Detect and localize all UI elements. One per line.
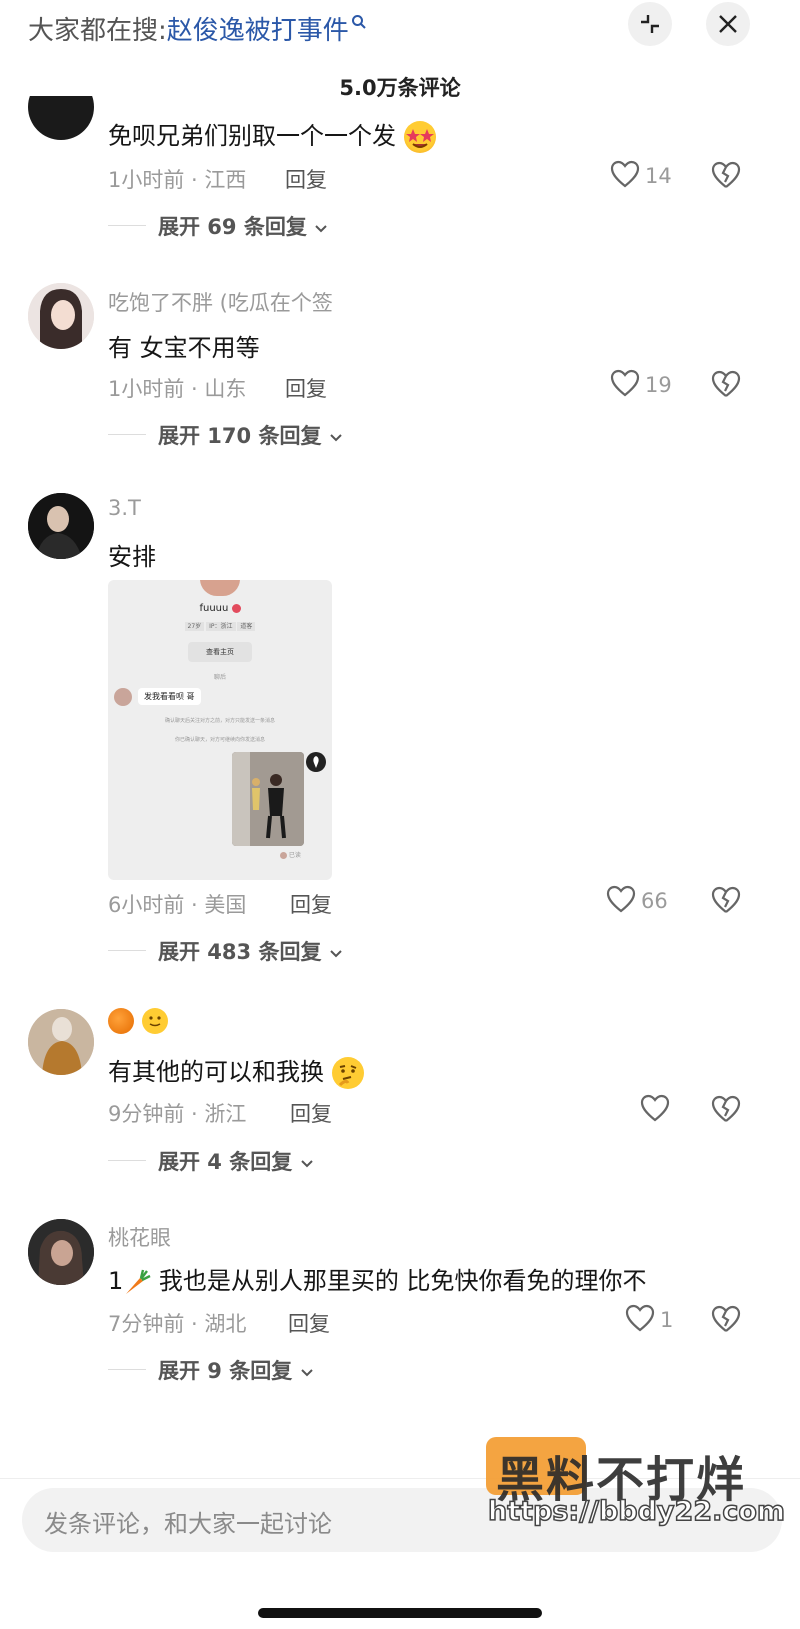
like-button[interactable] <box>625 1304 655 1336</box>
chevron-down-icon <box>315 225 327 233</box>
username-emojis[interactable] <box>108 1008 168 1034</box>
thinking-emoji <box>331 1057 364 1089</box>
broken-heart-icon <box>711 1095 741 1122</box>
trending-search-prefix: 大家都在搜: <box>28 16 167 46</box>
divider <box>108 434 146 435</box>
collapse-icon <box>641 15 659 33</box>
orange-emoji <box>108 1008 134 1034</box>
chat-avatar <box>114 688 132 706</box>
username[interactable]: 吃饱了不胖 (吃瓜在个签 <box>108 287 333 317</box>
read-status: 已读 <box>280 850 301 859</box>
broken-heart-icon <box>711 161 741 188</box>
comment-meta: 1小时前 · 山东 <box>108 377 247 401</box>
reply-button[interactable]: 回复 <box>285 373 327 403</box>
like-count: 19 <box>645 373 672 397</box>
username[interactable]: 桃花眼 <box>108 1222 171 1252</box>
star-struck-emoji <box>403 121 436 153</box>
dislike-button[interactable] <box>710 369 742 403</box>
comment-image-attachment[interactable]: fuuuu 27岁 IP：浙江 道客 查看主页 聊后 发我看看呗 哥 确认聊天后… <box>108 580 332 880</box>
comment-input-placeholder: 发条评论，和大家一起讨论 <box>44 1510 332 1538</box>
like-count: 66 <box>641 889 668 913</box>
video-thumbnail <box>232 752 304 846</box>
heart-icon <box>610 160 640 188</box>
reply-button[interactable]: 回复 <box>285 164 327 194</box>
broken-heart-icon <box>711 1305 741 1332</box>
comment-meta: 1小时前 · 江西 <box>108 168 247 192</box>
avatar[interactable] <box>28 96 94 140</box>
profile-tags: 27岁 IP：浙江 道客 <box>108 621 332 631</box>
trending-search-bar[interactable]: 大家都在搜:赵俊逸被打事件 <box>28 10 367 47</box>
chevron-down-icon <box>330 434 342 442</box>
expand-replies-button[interactable]: 展开 170 条回复 <box>158 420 343 450</box>
like-button[interactable] <box>640 1094 670 1126</box>
like-count: 14 <box>645 164 672 188</box>
reply-button[interactable]: 回复 <box>288 1308 330 1338</box>
like-button[interactable] <box>606 885 636 917</box>
expand-replies-button[interactable]: 展开 9 条回复 <box>158 1355 314 1385</box>
profile-avatar-thumb <box>200 580 240 596</box>
comment-text: 1 我也是从别人那里买的 比免快你看免的理你不 <box>108 1267 647 1296</box>
comment-text: 有 女宝不用等 <box>108 334 260 362</box>
avatar[interactable] <box>28 1009 94 1075</box>
broken-heart-icon <box>711 370 741 397</box>
divider <box>108 225 146 226</box>
view-profile-button: 查看主页 <box>188 642 252 662</box>
avatar[interactable] <box>28 1219 94 1285</box>
broken-heart-icon <box>711 886 741 913</box>
comment-text: 安排 <box>108 543 156 571</box>
divider <box>108 950 146 951</box>
trending-search-keyword[interactable]: 赵俊逸被打事件 <box>167 16 349 46</box>
chevron-down-icon <box>300 1160 313 1168</box>
like-count: 1 <box>660 1308 674 1332</box>
heart-icon <box>640 1094 670 1122</box>
dislike-button[interactable] <box>710 885 742 919</box>
comment-meta: 7分钟前 · 湖北 <box>108 1312 247 1336</box>
chevron-down-icon <box>300 1369 313 1377</box>
close-button[interactable] <box>706 2 750 46</box>
divider <box>108 1160 146 1161</box>
watermark-url: https://bbdy22.com <box>487 1495 786 1528</box>
expand-replies-button[interactable]: 展开 483 条回复 <box>158 936 343 966</box>
expand-replies-button[interactable]: 展开 69 条回复 <box>158 211 328 241</box>
collapse-button[interactable] <box>628 2 672 46</box>
dislike-button[interactable] <box>710 1304 742 1338</box>
avatar[interactable] <box>28 493 94 559</box>
like-button[interactable] <box>610 369 640 401</box>
smile-emoji <box>142 1008 168 1034</box>
search-icon <box>351 15 366 29</box>
comment-text: 免呗兄弟们别取一个一个发 <box>108 116 436 153</box>
dislike-button[interactable] <box>710 160 742 194</box>
chat-notice: 你已确认聊天，对方可继续向你发送消息 <box>174 737 265 743</box>
comment-meta: 6小时前 · 美国 <box>108 893 247 917</box>
divider <box>108 1369 146 1370</box>
expand-replies-button[interactable]: 展开 4 条回复 <box>158 1146 314 1176</box>
chat-bubble: 发我看看呗 哥 <box>138 688 201 705</box>
video-recorder-icon <box>306 752 326 772</box>
dislike-button[interactable] <box>710 1094 742 1128</box>
username[interactable]: 3.T <box>108 496 141 520</box>
avatar[interactable] <box>28 283 94 349</box>
heart-icon <box>610 369 640 397</box>
like-button[interactable] <box>610 160 640 192</box>
heart-icon <box>606 885 636 913</box>
reply-button[interactable]: 回复 <box>290 1098 332 1128</box>
comment-meta: 9分钟前 · 浙江 <box>108 1102 247 1126</box>
time-divider: 聊后 <box>213 674 226 681</box>
comment-count-title: 5.0万条评论 <box>339 76 461 100</box>
chat-notice: 确认聊天后关注对方之前，对方只能发送一条消息 <box>164 718 275 724</box>
comment-text: 有其他的可以和我换 <box>108 1052 364 1089</box>
carrot-emoji <box>123 1268 151 1296</box>
heart-icon <box>625 1304 655 1332</box>
chevron-down-icon <box>330 950 342 958</box>
reply-button[interactable]: 回复 <box>290 889 332 919</box>
profile-name: fuuuu <box>108 603 332 614</box>
close-icon <box>719 15 737 33</box>
home-indicator <box>258 1608 542 1618</box>
